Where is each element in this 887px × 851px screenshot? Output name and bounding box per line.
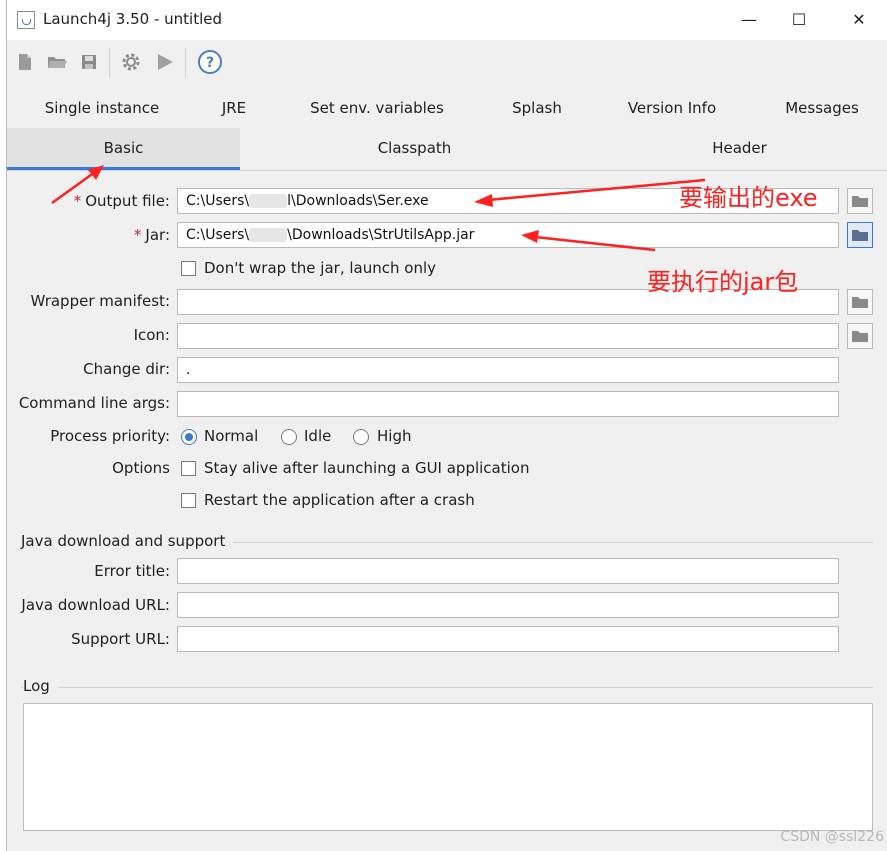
arrow-head-output [474, 194, 493, 207]
arrow-to-basic-tab [51, 170, 96, 205]
arrow-to-output-file [487, 178, 706, 202]
annotation-arrows [51, 165, 706, 252]
arrow-to-jar [534, 235, 656, 252]
arrow-head-jar [521, 230, 539, 243]
arrow-head-basic [88, 165, 104, 180]
